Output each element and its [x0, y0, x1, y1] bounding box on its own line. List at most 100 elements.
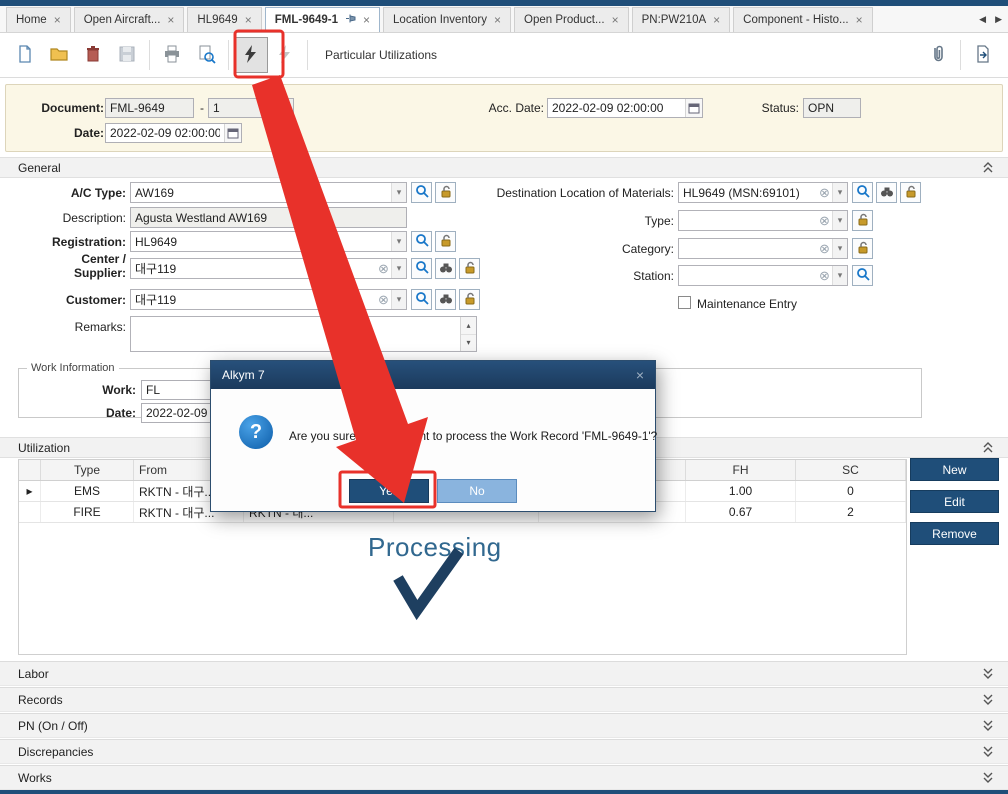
- expand-down-icon[interactable]: [982, 745, 994, 758]
- remove-row-button[interactable]: Remove: [910, 522, 999, 545]
- close-icon[interactable]: ×: [494, 14, 501, 26]
- general-section-header[interactable]: General: [0, 157, 1008, 178]
- attachments-button[interactable]: [921, 37, 955, 73]
- close-icon[interactable]: ×: [856, 14, 863, 26]
- works-section-header[interactable]: Works: [0, 765, 1008, 790]
- labor-section-header[interactable]: Labor: [0, 661, 1008, 686]
- destination-lock-button[interactable]: [900, 182, 921, 203]
- ac-type-combo[interactable]: AW169 ▾: [130, 182, 407, 203]
- chevron-down-icon[interactable]: ▾: [391, 232, 406, 251]
- clear-icon[interactable]: ⊗: [817, 242, 832, 255]
- station-search-button[interactable]: [852, 265, 873, 286]
- tab-label: Home: [16, 14, 47, 26]
- no-button[interactable]: No: [437, 479, 517, 503]
- customer-lock-button[interactable]: [459, 289, 480, 310]
- open-button[interactable]: [42, 37, 76, 73]
- chevron-down-icon[interactable]: ▾: [832, 211, 847, 230]
- spin-down-icon[interactable]: ▾: [461, 335, 476, 352]
- type-lock-button[interactable]: [852, 210, 873, 231]
- yes-button[interactable]: Yes: [349, 479, 429, 503]
- remarks-field[interactable]: [131, 317, 460, 351]
- tab-home[interactable]: Home ×: [6, 7, 71, 32]
- clear-icon[interactable]: ⊗: [817, 186, 832, 199]
- new-row-button[interactable]: New: [910, 458, 999, 481]
- destination-search-button[interactable]: [852, 182, 873, 203]
- document-number-field[interactable]: [106, 101, 193, 115]
- column-header-fh[interactable]: FH: [686, 460, 796, 480]
- clear-icon[interactable]: ⊗: [376, 293, 391, 306]
- question-glyph: ?: [250, 421, 262, 444]
- expand-down-icon[interactable]: [982, 771, 994, 784]
- records-section-header[interactable]: Records: [0, 687, 1008, 712]
- collapse-up-icon[interactable]: [982, 161, 994, 174]
- calendar-icon[interactable]: [224, 124, 241, 142]
- chevron-down-icon[interactable]: ▾: [391, 259, 406, 278]
- tab-scroll-right-icon[interactable]: ▶: [995, 14, 1002, 25]
- tab-pn-pw210a[interactable]: PN:PW210A ×: [632, 7, 731, 32]
- station-combo[interactable]: ⊗ ▾: [678, 265, 848, 286]
- tab-open-aircraft[interactable]: Open Aircraft... ×: [74, 7, 185, 32]
- chevron-down-icon[interactable]: ▾: [391, 290, 406, 309]
- print-button[interactable]: [155, 37, 189, 73]
- close-icon[interactable]: ×: [54, 14, 61, 26]
- clear-icon[interactable]: ⊗: [817, 214, 832, 227]
- tab-location-inventory[interactable]: Location Inventory ×: [383, 7, 511, 32]
- close-icon[interactable]: ×: [245, 14, 252, 26]
- chevron-down-icon[interactable]: ▾: [832, 266, 847, 285]
- category-combo[interactable]: ⊗ ▾: [678, 238, 848, 259]
- destination-combo[interactable]: HL9649 (MSN:69101) ⊗ ▾: [678, 182, 848, 203]
- destination-binoculars-button[interactable]: [876, 182, 897, 203]
- category-lock-button[interactable]: [852, 238, 873, 259]
- tab-fml-9649-1[interactable]: FML-9649-1 ×: [265, 7, 380, 32]
- center-supplier-combo[interactable]: 대구119 ⊗ ▾: [130, 258, 407, 279]
- process-alt-button[interactable]: [268, 37, 302, 73]
- close-icon[interactable]: ×: [636, 367, 644, 383]
- close-icon[interactable]: ×: [612, 14, 619, 26]
- new-document-button[interactable]: [8, 37, 42, 73]
- discrepancies-section-header[interactable]: Discrepancies: [0, 739, 1008, 764]
- chevron-down-icon[interactable]: ▾: [391, 183, 406, 202]
- customer-binoculars-button[interactable]: [435, 289, 456, 310]
- lock-icon: [856, 212, 870, 229]
- customer-search-button[interactable]: [411, 289, 432, 310]
- column-header-sc[interactable]: SC: [796, 460, 906, 480]
- edit-row-button[interactable]: Edit: [910, 490, 999, 513]
- chevron-down-icon[interactable]: ▾: [832, 183, 847, 202]
- pin-icon[interactable]: [345, 13, 356, 27]
- close-icon[interactable]: ×: [713, 14, 720, 26]
- expand-down-icon[interactable]: [982, 667, 994, 680]
- pn-on-off-section-header[interactable]: PN (On / Off): [0, 713, 1008, 738]
- process-button[interactable]: [234, 37, 268, 73]
- chevron-down-icon[interactable]: ▾: [832, 239, 847, 258]
- acc-date-field[interactable]: [548, 101, 685, 115]
- dialog-title-bar[interactable]: Alkym 7 ×: [211, 361, 655, 389]
- date-field[interactable]: [106, 126, 224, 140]
- clear-icon[interactable]: ⊗: [376, 262, 391, 275]
- tab-hl9649[interactable]: HL9649 ×: [187, 7, 261, 32]
- spin-up-icon[interactable]: ▴: [461, 317, 476, 335]
- column-header-type[interactable]: Type: [41, 460, 134, 480]
- section-title: Works: [18, 771, 52, 785]
- status-field[interactable]: [804, 101, 860, 115]
- clear-icon[interactable]: ⊗: [817, 269, 832, 282]
- expand-down-icon[interactable]: [982, 719, 994, 732]
- save-button[interactable]: [110, 37, 144, 73]
- customer-combo[interactable]: 대구119 ⊗ ▾: [130, 289, 407, 310]
- description-field[interactable]: [131, 211, 406, 225]
- general-section-title: General: [18, 161, 61, 175]
- cell-type: FIRE: [41, 502, 134, 522]
- registration-combo[interactable]: HL9649 ▾: [130, 231, 407, 252]
- tab-open-product[interactable]: Open Product... ×: [514, 7, 629, 32]
- document-suffix-field[interactable]: [209, 101, 293, 115]
- close-icon[interactable]: ×: [363, 14, 370, 26]
- export-document-button[interactable]: [966, 37, 1000, 73]
- print-preview-button[interactable]: [189, 37, 223, 73]
- expand-down-icon[interactable]: [982, 693, 994, 706]
- collapse-up-icon[interactable]: [982, 441, 994, 454]
- delete-button[interactable]: [76, 37, 110, 73]
- type-combo[interactable]: ⊗ ▾: [678, 210, 848, 231]
- tab-component-history[interactable]: Component - Histo... ×: [733, 7, 872, 32]
- maintenance-entry-checkbox[interactable]: [678, 296, 691, 309]
- close-icon[interactable]: ×: [167, 14, 174, 26]
- tab-scroll-left-icon[interactable]: ◀: [979, 14, 986, 25]
